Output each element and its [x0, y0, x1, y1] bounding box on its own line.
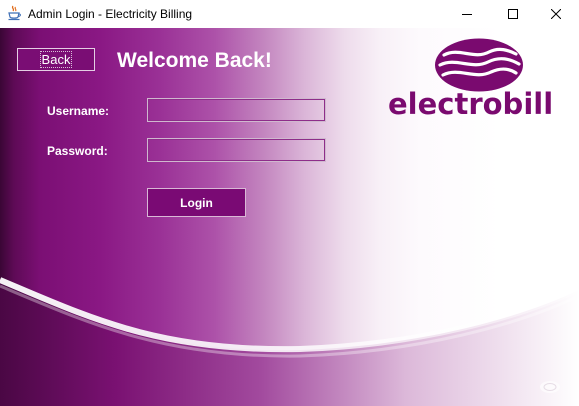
password-label: Password: — [47, 144, 108, 158]
password-input[interactable] — [147, 138, 326, 162]
title-bar[interactable]: Admin Login - Electricity Billing — [0, 0, 579, 28]
back-button[interactable]: Back — [17, 48, 95, 71]
java-cup-icon — [7, 5, 21, 21]
minimize-icon — [462, 9, 472, 19]
login-panel: Back Welcome Back! Username: Password: L… — [0, 28, 579, 406]
login-button[interactable]: Login — [147, 188, 246, 217]
username-label: Username: — [47, 104, 110, 118]
welcome-heading: Welcome Back! — [117, 49, 272, 72]
maximize-icon — [508, 9, 518, 19]
logo-text: electrobill — [388, 87, 554, 121]
username-input[interactable] — [147, 98, 326, 122]
maximize-button[interactable] — [490, 0, 536, 28]
login-button-label: Login — [180, 195, 213, 210]
close-icon — [551, 9, 561, 19]
logo-emblem-icon — [434, 38, 524, 92]
minimize-button[interactable] — [444, 0, 490, 28]
back-button-label: Back — [39, 51, 73, 68]
close-button[interactable] — [533, 0, 579, 28]
window-title: Admin Login - Electricity Billing — [28, 7, 193, 21]
electrobill-logo: electrobill — [388, 38, 578, 120]
app-window: Admin Login - Electricity Billing Back W… — [0, 0, 579, 406]
resize-grip-icon — [539, 380, 561, 394]
